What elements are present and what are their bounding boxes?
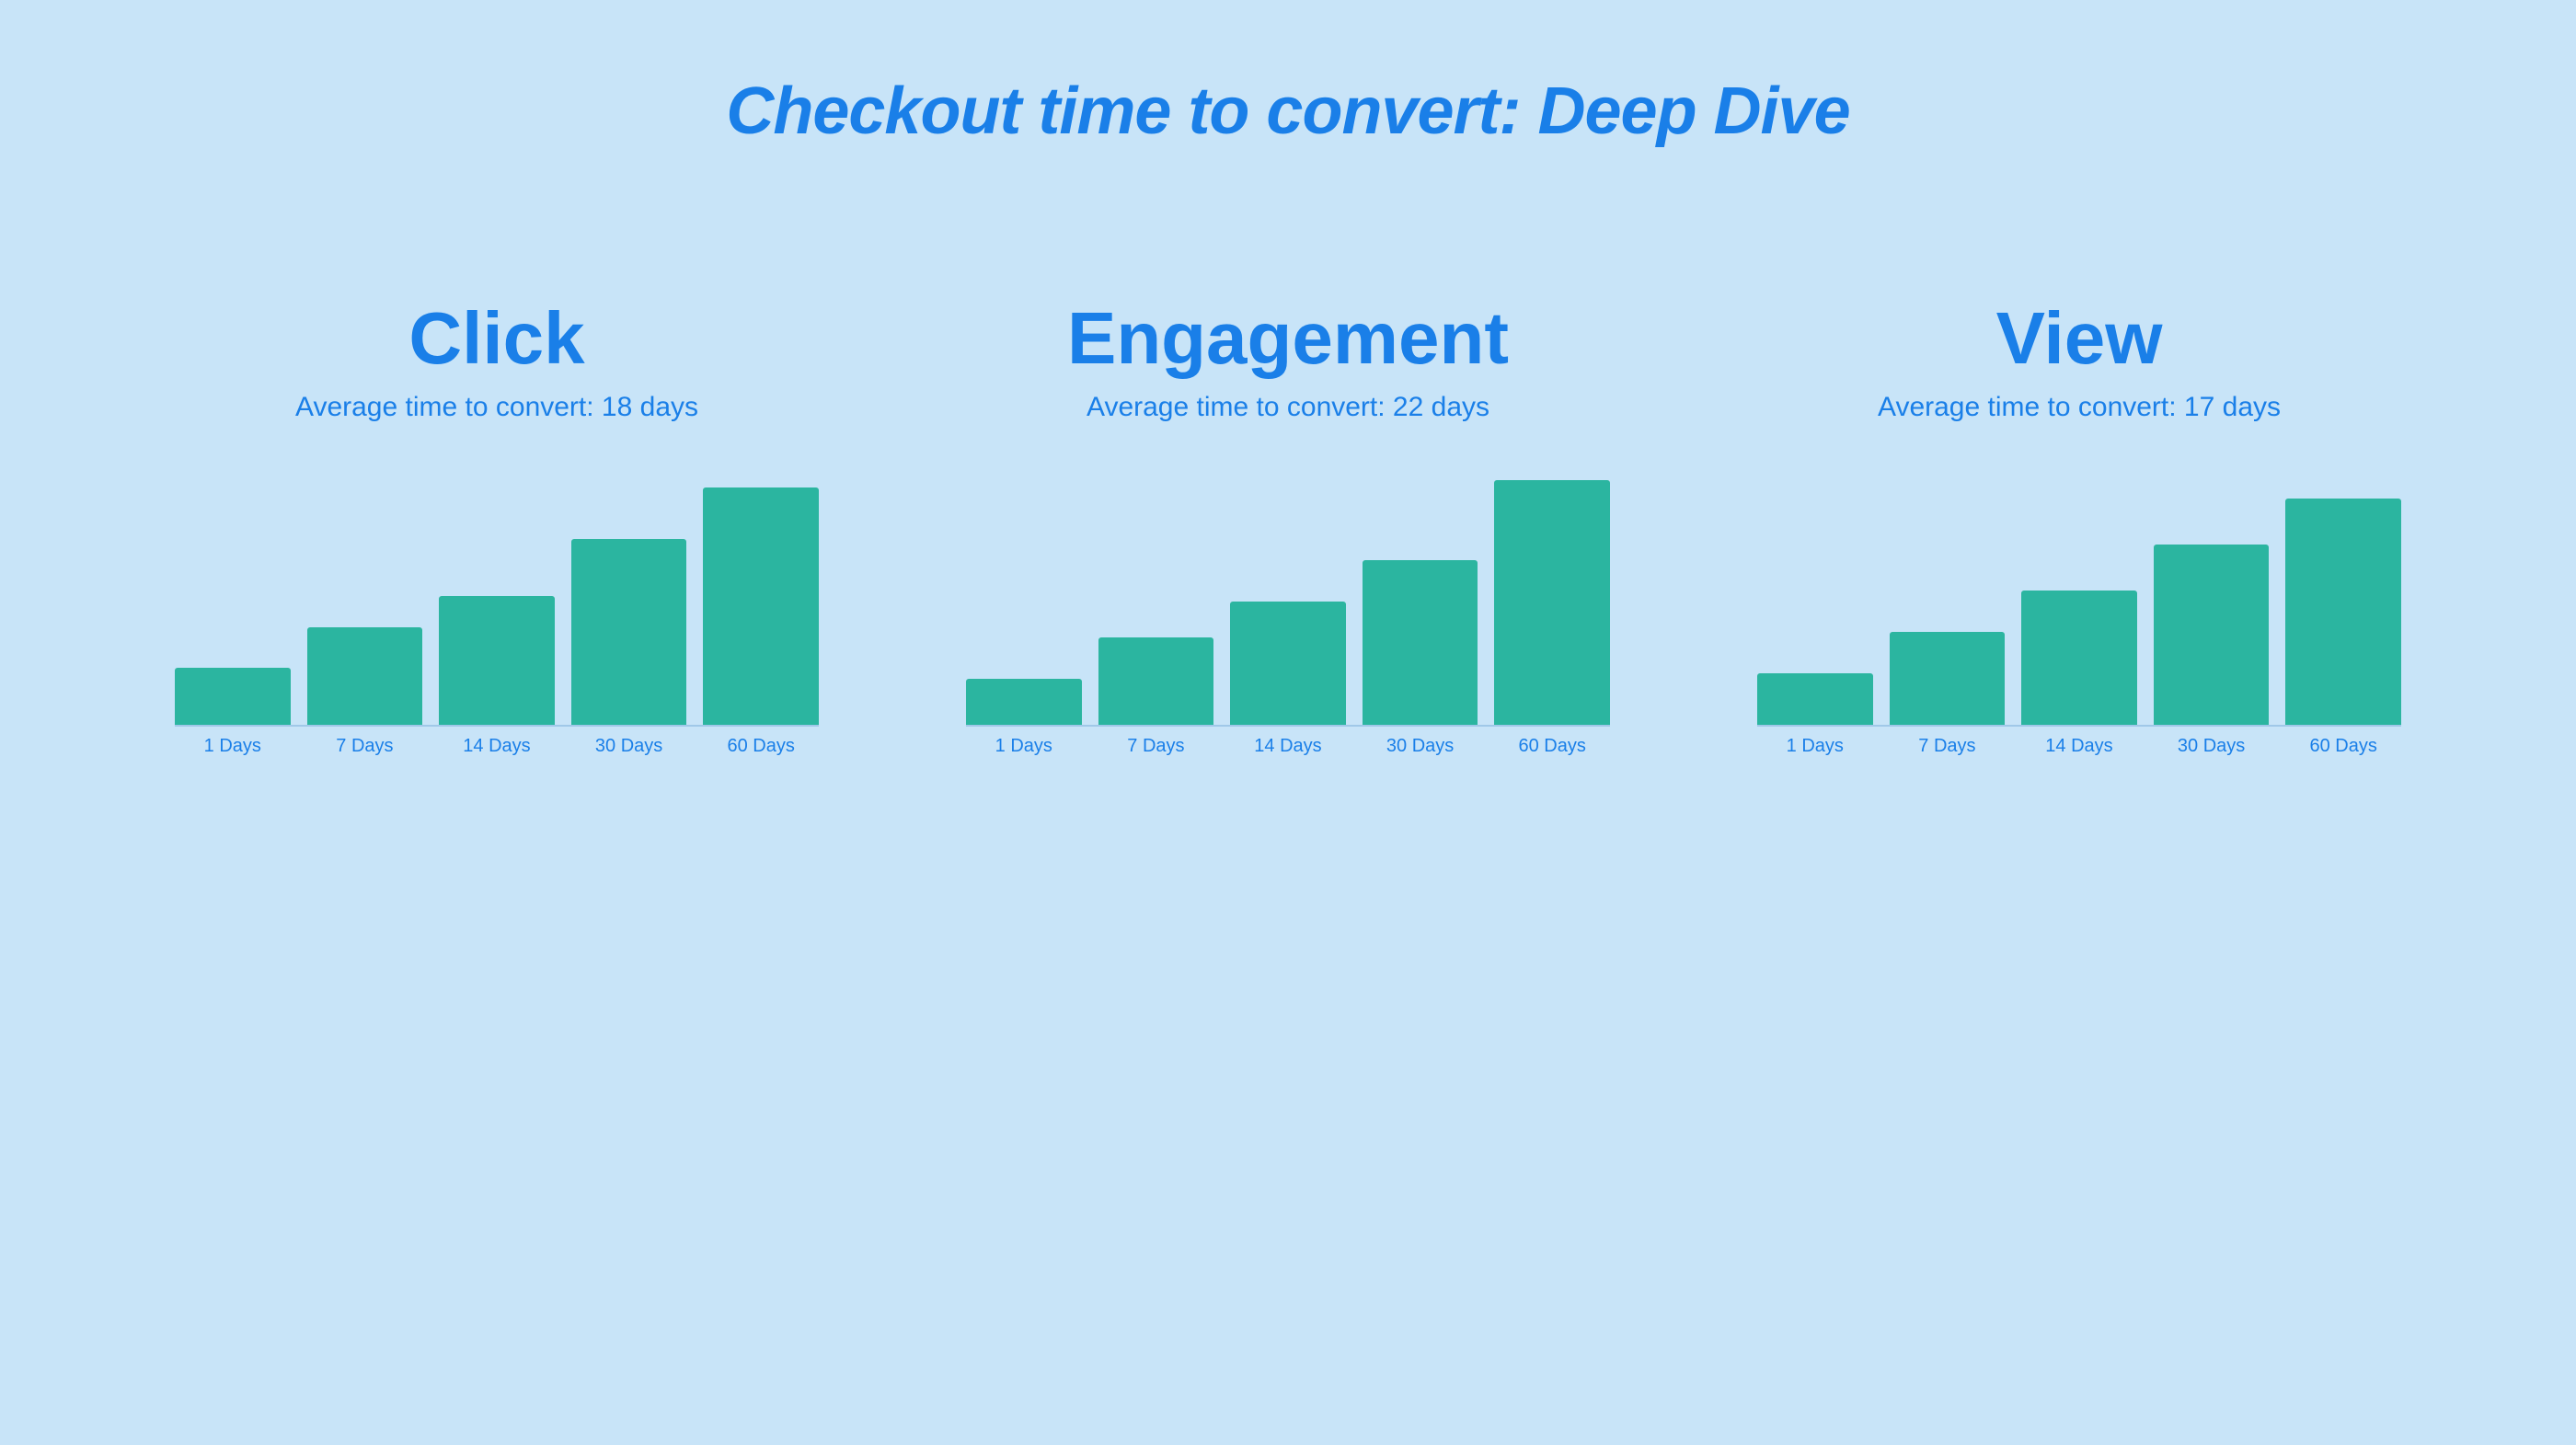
bar-click-1	[307, 627, 423, 725]
bar-group-engagement-1	[1098, 637, 1214, 725]
bar-group-click-3	[571, 539, 687, 725]
bar-group-click-4	[703, 487, 819, 725]
bar-label-view-0: 1 Days	[1757, 736, 1873, 757]
bar-group-view-2	[2021, 591, 2137, 725]
bar-engagement-2	[1230, 602, 1346, 725]
bar-view-1	[1890, 632, 2006, 725]
bar-label-click-1: 7 Days	[307, 736, 423, 757]
bar-label-view-4: 60 Days	[2285, 736, 2401, 757]
bar-click-0	[175, 668, 291, 725]
chart-subtitle-click: Average time to convert: 18 days	[295, 392, 698, 423]
bar-group-engagement-3	[1363, 560, 1478, 725]
bar-chart-click: 1 Days 7 Days 14 Days 30 Days 60 Days	[175, 469, 819, 757]
chart-title-view: View	[1996, 296, 2163, 381]
bar-engagement-1	[1098, 637, 1214, 725]
bar-chart-engagement: 1 Days 7 Days 14 Days 30 Days 60 Days	[966, 469, 1610, 757]
bars-area-view	[1757, 469, 2401, 727]
bar-label-click-4: 60 Days	[703, 736, 819, 757]
bar-label-engagement-0: 1 Days	[966, 736, 1082, 757]
chart-title-engagement: Engagement	[1067, 296, 1509, 381]
bar-label-engagement-3: 30 Days	[1363, 736, 1478, 757]
bar-view-4	[2285, 499, 2401, 725]
bar-group-view-4	[2285, 499, 2401, 725]
bar-group-view-0	[1757, 673, 1873, 725]
bar-label-engagement-1: 7 Days	[1098, 736, 1214, 757]
bar-label-click-3: 30 Days	[571, 736, 687, 757]
bar-engagement-0	[966, 679, 1082, 725]
chart-title-click: Click	[408, 296, 584, 381]
bar-labels-click: 1 Days 7 Days 14 Days 30 Days 60 Days	[175, 736, 819, 757]
bar-group-engagement-2	[1230, 602, 1346, 725]
bar-label-view-2: 14 Days	[2021, 736, 2137, 757]
bar-view-0	[1757, 673, 1873, 725]
charts-container: Click Average time to convert: 18 days 1 D…	[0, 296, 2576, 757]
bar-label-click-2: 14 Days	[439, 736, 555, 757]
bar-labels-engagement: 1 Days 7 Days 14 Days 30 Days 60 Days	[966, 736, 1610, 757]
chart-subtitle-view: Average time to convert: 17 days	[1878, 392, 2281, 423]
bar-group-view-1	[1890, 632, 2006, 725]
bar-click-2	[439, 596, 555, 725]
chart-section-click: Click Average time to convert: 18 days 1 D…	[175, 296, 819, 757]
bar-group-engagement-4	[1494, 480, 1610, 725]
bar-view-2	[2021, 591, 2137, 725]
page-title: Checkout time to convert: Deep Dive	[726, 74, 1849, 149]
bar-click-4	[703, 487, 819, 725]
chart-subtitle-engagement: Average time to convert: 22 days	[1087, 392, 1489, 423]
bar-engagement-4	[1494, 480, 1610, 725]
bar-view-3	[2154, 545, 2270, 725]
bar-group-click-2	[439, 596, 555, 725]
bar-label-engagement-4: 60 Days	[1494, 736, 1610, 757]
bar-group-click-1	[307, 627, 423, 725]
bar-label-view-1: 7 Days	[1890, 736, 2006, 757]
bar-label-view-3: 30 Days	[2154, 736, 2270, 757]
bar-click-3	[571, 539, 687, 725]
bar-chart-view: 1 Days 7 Days 14 Days 30 Days 60 Days	[1757, 469, 2401, 757]
bar-label-engagement-2: 14 Days	[1230, 736, 1346, 757]
bars-area-click	[175, 469, 819, 727]
chart-section-engagement: Engagement Average time to convert: 22 da…	[966, 296, 1610, 757]
chart-section-view: View Average time to convert: 17 days 1 Da…	[1757, 296, 2401, 757]
bar-group-view-3	[2154, 545, 2270, 725]
bar-group-click-0	[175, 668, 291, 725]
bar-labels-view: 1 Days 7 Days 14 Days 30 Days 60 Days	[1757, 736, 2401, 757]
bar-engagement-3	[1363, 560, 1478, 725]
bar-label-click-0: 1 Days	[175, 736, 291, 757]
bars-area-engagement	[966, 469, 1610, 727]
bar-group-engagement-0	[966, 679, 1082, 725]
